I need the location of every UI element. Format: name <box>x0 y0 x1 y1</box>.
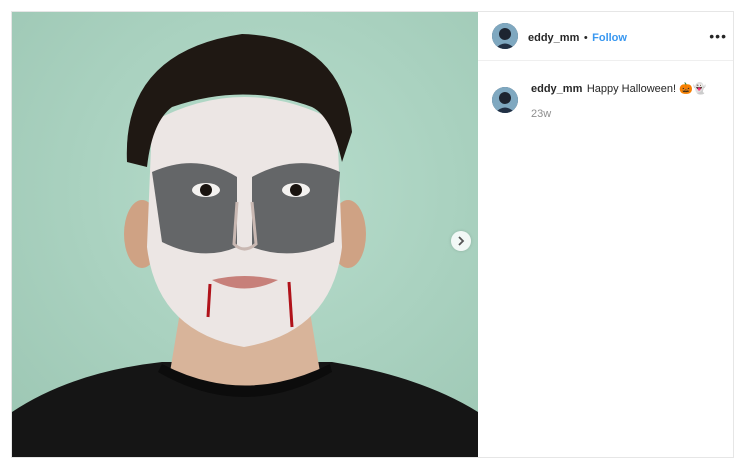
next-photo-button[interactable] <box>451 231 471 251</box>
caption-username[interactable]: eddy_mm <box>531 83 582 95</box>
post-header: eddy_mm • Follow ••• <box>478 12 733 61</box>
chevron-right-icon <box>458 236 465 246</box>
post-timestamp[interactable]: 23w <box>531 108 726 120</box>
separator-dot: • <box>583 32 588 44</box>
avatar[interactable] <box>492 23 518 49</box>
caption-text: Happy Halloween! 🎃👻 <box>586 83 707 95</box>
caption-block: eddy_mm Happy Halloween! 🎃👻 23w <box>531 81 726 120</box>
post-card: eddy_mm • Follow ••• eddy_mm Happy Hallo… <box>11 11 734 458</box>
follow-button[interactable]: Follow <box>592 32 627 44</box>
header-username[interactable]: eddy_mm <box>528 32 579 44</box>
more-horizontal-icon[interactable]: ••• <box>709 28 727 44</box>
post-sidebar: eddy_mm • Follow ••• eddy_mm Happy Hallo… <box>478 12 733 457</box>
post-photo[interactable] <box>12 12 478 457</box>
caption-avatar[interactable] <box>492 87 518 113</box>
